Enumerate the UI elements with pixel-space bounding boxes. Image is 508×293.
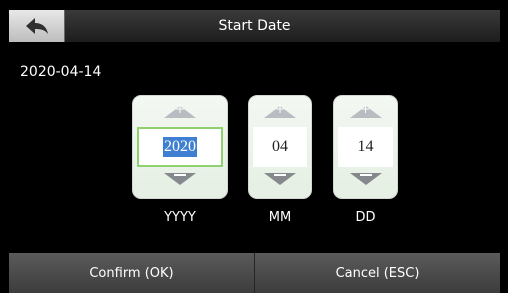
day-value: 14: [357, 138, 374, 155]
year-spinner: 2020: [132, 95, 228, 199]
footer-bar: Confirm (OK) Cancel (ESC): [9, 253, 500, 293]
cancel-button[interactable]: Cancel (ESC): [255, 253, 500, 293]
month-label: MM: [268, 210, 292, 225]
month-value: 04: [272, 138, 288, 155]
month-spinner: 04: [248, 95, 312, 199]
year-label: YYYY: [164, 210, 196, 225]
day-value-field[interactable]: 14: [338, 127, 393, 167]
selected-date-summary: 2020-04-14: [20, 64, 102, 80]
top-bar: Start Date: [9, 10, 500, 42]
day-label: DD: [355, 210, 376, 225]
decrement-day-icon[interactable]: [349, 173, 382, 185]
year-value: 2020: [163, 137, 197, 157]
increment-month-icon[interactable]: [264, 103, 296, 118]
page-title: Start Date: [218, 18, 291, 34]
year-value-field[interactable]: 2020: [137, 127, 223, 167]
decrement-year-icon[interactable]: [164, 173, 196, 185]
confirm-button[interactable]: Confirm (OK): [9, 253, 255, 293]
day-spinner: 14: [333, 95, 398, 199]
increment-year-icon[interactable]: [164, 103, 196, 118]
increment-day-icon[interactable]: [349, 103, 382, 118]
month-value-field[interactable]: 04: [253, 127, 307, 167]
decrement-month-icon[interactable]: [264, 173, 296, 185]
